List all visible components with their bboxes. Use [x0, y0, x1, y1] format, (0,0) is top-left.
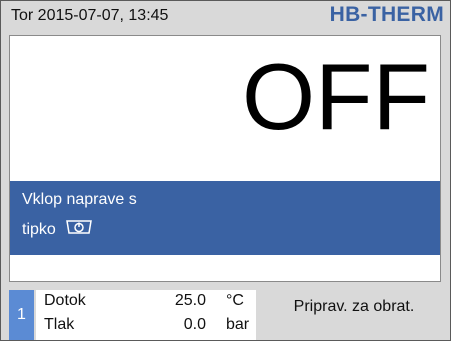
- parameter-row: Dotok 25.0 °C: [36, 290, 256, 314]
- date-time: Tor 2015-07-07, 13:45: [11, 7, 169, 24]
- parameter-name: Dotok: [44, 292, 86, 309]
- parameter-value: 25.0: [174, 292, 206, 309]
- parameter-panel[interactable]: Dotok 25.0 °C Tlak 0.0 bar: [36, 290, 256, 340]
- instruction-line-1: Vklop naprave s: [22, 191, 137, 208]
- header-bar: Tor 2015-07-07, 13:45 HB-THERM: [1, 1, 450, 35]
- parameter-name: Tlak: [44, 316, 75, 333]
- page-tab[interactable]: 1: [9, 290, 34, 340]
- parameter-value: 0.0: [183, 316, 206, 333]
- instruction-text: tipko: [22, 221, 56, 239]
- instruction-line-2: tipko: [22, 218, 94, 239]
- parameter-row: Tlak 0.0 bar: [36, 314, 256, 338]
- instruction-banner: Vklop naprave s tipko: [10, 181, 440, 255]
- status-bar: 1 Dotok 25.0 °C Tlak 0.0 bar Priprav. za…: [1, 290, 450, 340]
- operating-state: OFF: [242, 44, 430, 149]
- parameter-unit: °C: [226, 292, 244, 309]
- power-key-icon: [64, 218, 94, 236]
- main-panel: OFF Vklop naprave s tipko: [9, 35, 441, 282]
- brand-logo: HB-THERM: [329, 3, 444, 26]
- status-text: Priprav. za obrat.: [293, 298, 415, 315]
- device-screen: Tor 2015-07-07, 13:45 HB-THERM OFF Vklop…: [0, 0, 451, 341]
- parameter-unit: bar: [226, 316, 250, 333]
